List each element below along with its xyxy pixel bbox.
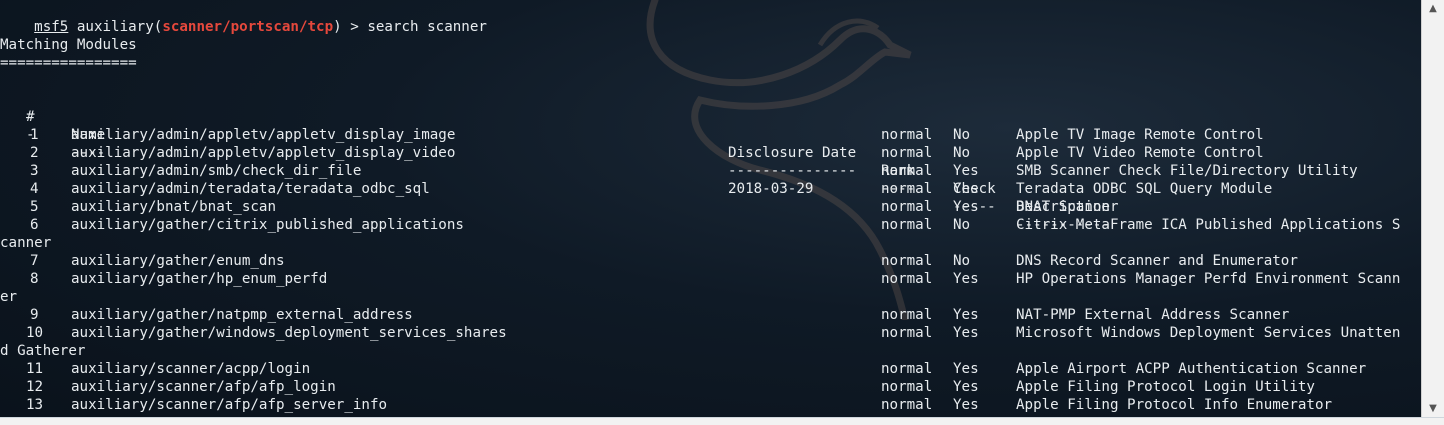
- cell-desc: NAT-PMP External Address Scanner: [1016, 307, 1290, 323]
- cell-check: Yes: [953, 325, 979, 341]
- cell-num: 13: [26, 397, 44, 413]
- section-underline: ================: [0, 55, 137, 71]
- table-row: 2 auxiliary/admin/appletv/appletv_display…: [0, 144, 1422, 162]
- section-heading: Matching Modules: [0, 37, 137, 53]
- cell-num: 8: [30, 271, 39, 287]
- cell-name: auxiliary/admin/teradata/teradata_odbc_s…: [71, 181, 430, 197]
- table-row: 12 auxiliary/scanner/afp/afp_login normal Y…: [0, 378, 1422, 396]
- cell-rank: normal: [881, 325, 933, 341]
- table-row: 1 auxiliary/admin/appletv/appletv_display…: [0, 126, 1422, 144]
- cell-num: 10: [26, 325, 44, 341]
- cell-rank: normal: [881, 271, 933, 287]
- table-row: 13 auxiliary/scanner/afp/afp_server_info n…: [0, 396, 1422, 414]
- table-row: 9 auxiliary/gather/natpmp_external_addres…: [0, 306, 1422, 324]
- cell-check: No: [953, 127, 971, 143]
- cell-check: Yes: [953, 271, 979, 287]
- table-row: 11 auxiliary/scanner/acpp/login normal Yes A…: [0, 360, 1422, 378]
- cell-rank: normal: [881, 253, 933, 269]
- cell-name: auxiliary/gather/natpmp_external_address: [71, 307, 413, 323]
- cell-desc: SMB Scanner Check File/Directory Utility: [1016, 163, 1358, 179]
- cell-check: Yes: [953, 307, 979, 323]
- cell-name: auxiliary/gather/enum_dns: [71, 253, 285, 269]
- table-row: 4 auxiliary/admin/teradata/teradata_odbc_…: [0, 180, 1422, 198]
- cell-check: No: [953, 145, 971, 161]
- cell-name: auxiliary/admin/appletv/appletv_display_…: [71, 127, 456, 143]
- prompt-module-suffix: ) >: [333, 19, 368, 35]
- cell-rank: normal: [881, 217, 933, 233]
- table-header-row: # Name Disclosure Date Rank Check Descri…: [0, 90, 1422, 215]
- cell-rank: normal: [881, 127, 933, 143]
- cell-desc: BNAT Scanner: [1016, 199, 1119, 215]
- table-row-wrap: canner: [0, 235, 52, 251]
- cell-check: Yes: [953, 199, 979, 215]
- scroll-up-icon[interactable]: ▲: [1422, 2, 1444, 16]
- cell-name: auxiliary/scanner/afp/afp_server_info: [71, 397, 388, 413]
- scroll-down-icon[interactable]: ▼: [1422, 402, 1444, 416]
- cell-num: 1: [30, 127, 39, 143]
- cell-rank: normal: [881, 163, 933, 179]
- cell-name: auxiliary/scanner/afp/afp_login: [71, 379, 336, 395]
- cell-num: 5: [30, 199, 39, 215]
- table-row: 8 auxiliary/gather/hp_enum_perfd normal Yes…: [0, 270, 1422, 288]
- cell-check: Yes: [953, 163, 979, 179]
- cell-desc: Apple Filing Protocol Login Utility: [1016, 379, 1315, 395]
- cell-name: auxiliary/gather/hp_enum_perfd: [71, 271, 328, 287]
- cell-name: auxiliary/gather/citrix_published_applic…: [71, 217, 464, 233]
- typed-command: search scanner: [367, 19, 487, 35]
- cell-num: 12: [26, 379, 44, 395]
- table-row-wrap: d Gatherer: [0, 343, 86, 359]
- cell-desc: Microsoft Windows Deployment Services Un…: [1016, 325, 1401, 341]
- cell-rank: normal: [881, 181, 933, 197]
- cell-desc: DNS Record Scanner and Enumerator: [1016, 253, 1298, 269]
- vertical-scrollbar[interactable]: ▲ ▼: [1421, 0, 1444, 418]
- prompt-module: scanner/portscan/tcp: [162, 19, 334, 35]
- table-row: 7 auxiliary/gather/enum_dns normal No DNS Re…: [0, 252, 1422, 270]
- command-prompt-line: msf5 auxiliary(scanner/portscan/tcp) > s…: [0, 0, 487, 35]
- cell-name: auxiliary/admin/smb/check_dir_file: [71, 163, 362, 179]
- cell-num: 7: [30, 253, 39, 269]
- cell-check: No: [953, 217, 971, 233]
- prompt-user: msf5: [34, 19, 69, 35]
- cell-name: auxiliary/gather/windows_deployment_serv…: [71, 325, 507, 341]
- cell-num: 3: [30, 163, 39, 179]
- cell-desc: Apple TV Video Remote Control: [1016, 145, 1264, 161]
- cell-name: auxiliary/admin/appletv/appletv_display_…: [71, 145, 456, 161]
- cell-check: Yes: [953, 361, 979, 377]
- cell-desc: Apple Filing Protocol Info Enumerator: [1016, 397, 1333, 413]
- cell-num: 6: [30, 217, 39, 233]
- cell-desc: Apple TV Image Remote Control: [1016, 127, 1264, 143]
- terminal-output: msf5 auxiliary(scanner/portscan/tcp) > s…: [0, 0, 1422, 418]
- cell-num: 9: [30, 307, 39, 323]
- cell-num: 4: [30, 181, 39, 197]
- table-separator-row: - ---- --------------- ---- ----- ------…: [0, 108, 1422, 233]
- cell-rank: normal: [881, 307, 933, 323]
- cell-check: Yes: [953, 397, 979, 413]
- prompt-module-prefix: auxiliary(: [68, 19, 163, 35]
- cell-rank: normal: [881, 379, 933, 395]
- cell-num: 11: [26, 361, 44, 377]
- cell-rank: normal: [881, 397, 933, 413]
- cell-desc: Citrix MetaFrame ICA Published Applicati…: [1016, 217, 1401, 233]
- cell-check: No: [953, 253, 971, 269]
- cell-name: auxiliary/bnat/bnat_scan: [71, 199, 276, 215]
- cell-rank: normal: [881, 145, 933, 161]
- cell-desc: Apple Airport ACPP Authentication Scanne…: [1016, 361, 1367, 377]
- cell-rank: normal: [881, 199, 933, 215]
- table-row: 3 auxiliary/admin/smb/check_dir_file norma…: [0, 162, 1422, 180]
- table-row-wrap: er: [0, 289, 18, 305]
- table-row: 6 auxiliary/gather/citrix_published_appli…: [0, 216, 1422, 234]
- cell-rank: normal: [881, 361, 933, 377]
- cell-desc: HP Operations Manager Perfd Environment …: [1016, 271, 1401, 287]
- cell-num: 2: [30, 145, 39, 161]
- cell-desc: Teradata ODBC SQL Query Module: [1016, 181, 1273, 197]
- horizontal-scrollbar[interactable]: [0, 417, 1444, 425]
- cell-name: auxiliary/scanner/acpp/login: [71, 361, 311, 377]
- table-row: 10 auxiliary/gather/windows_deployment_se…: [0, 324, 1422, 342]
- cell-check: Yes: [953, 379, 979, 395]
- cell-check: Yes: [953, 181, 979, 197]
- cell-date: 2018-03-29: [728, 181, 814, 197]
- table-row: 5 auxiliary/bnat/bnat_scan normal Yes BNAT S…: [0, 198, 1422, 216]
